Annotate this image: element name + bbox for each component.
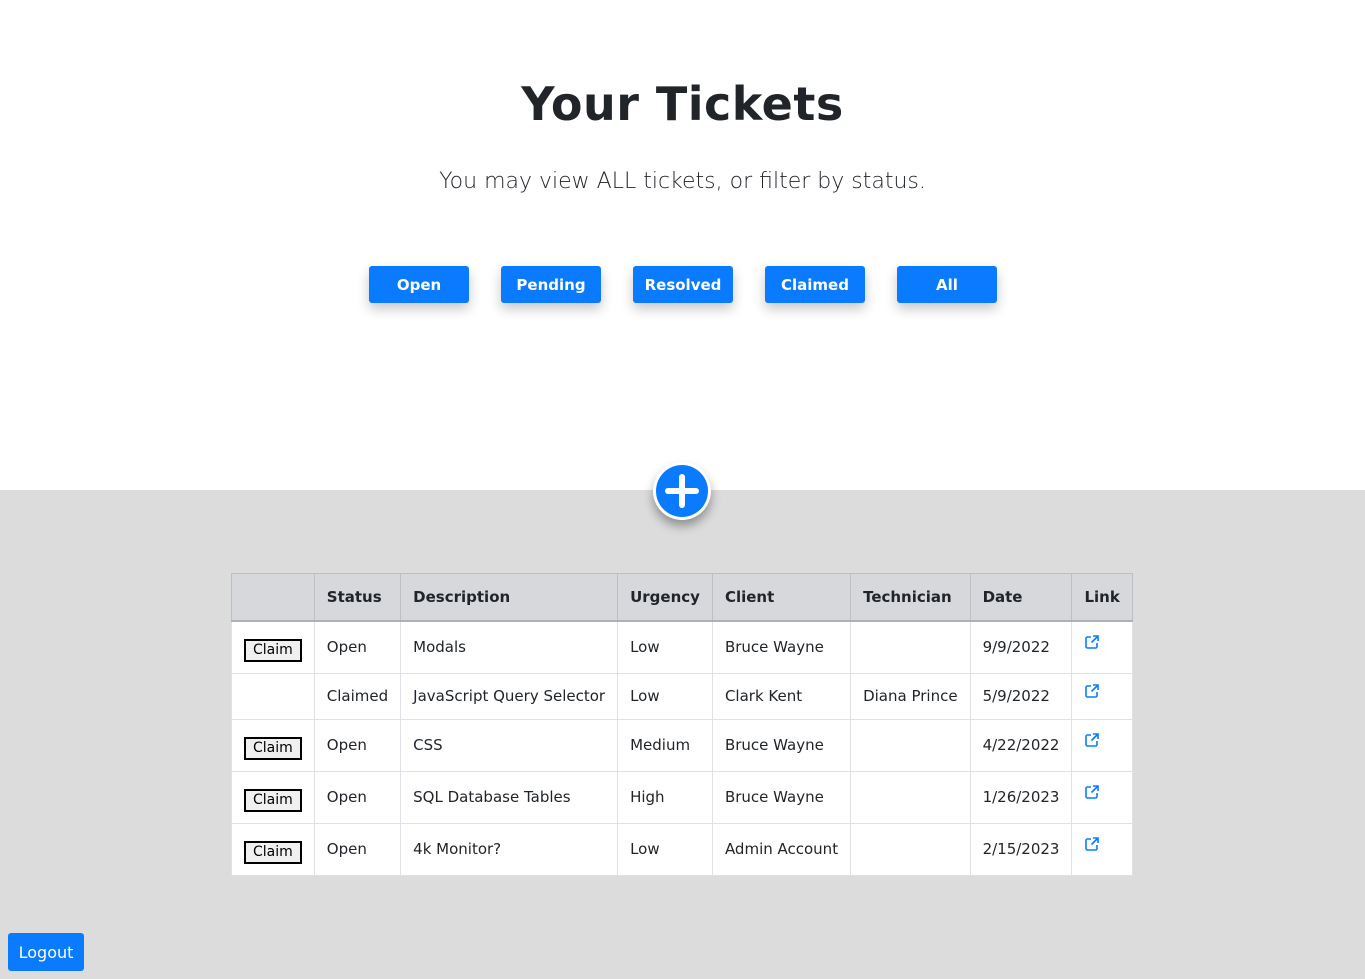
column-header-description: Description <box>400 573 619 622</box>
column-header-action <box>231 573 315 622</box>
tickets-table: Status Description Urgency Client Techni… <box>231 573 1133 876</box>
filter-open-button[interactable]: Open <box>369 266 469 303</box>
page-subtitle: You may view ALL tickets, or filter by s… <box>439 169 926 194</box>
date-cell: 1/26/2023 <box>969 770 1073 824</box>
column-header-date: Date <box>969 573 1073 622</box>
claim-button[interactable]: Claim <box>244 638 302 662</box>
urgency-cell: Low <box>617 620 713 674</box>
add-ticket-button[interactable] <box>653 462 711 520</box>
column-header-urgency: Urgency <box>617 573 713 622</box>
claim-button[interactable]: Claim <box>244 840 302 864</box>
external-link-icon[interactable] <box>1084 634 1100 654</box>
table-row: Claim Open SQL Database Tables High Bruc… <box>231 770 1133 824</box>
urgency-cell: Low <box>617 822 713 876</box>
page-title: Your Tickets <box>521 77 844 131</box>
date-cell: 4/22/2022 <box>969 718 1073 772</box>
filter-all-button[interactable]: All <box>897 266 997 303</box>
client-cell: Admin Account <box>711 822 852 876</box>
claim-button[interactable]: Claim <box>244 736 302 760</box>
technician-cell: Diana Prince <box>850 672 971 720</box>
client-cell: Bruce Wayne <box>711 620 852 674</box>
link-cell <box>1071 718 1133 772</box>
status-cell: Open <box>313 620 402 674</box>
status-cell: Claimed <box>313 672 402 720</box>
action-cell: Claim <box>231 620 315 674</box>
action-cell: Claim <box>231 822 315 876</box>
table-row: Claimed JavaScript Query Selector Low Cl… <box>231 672 1133 720</box>
table-row: Claim Open 4k Monitor? Low Admin Account… <box>231 822 1133 876</box>
status-cell: Open <box>313 822 402 876</box>
technician-cell <box>850 822 971 876</box>
external-link-icon[interactable] <box>1084 836 1100 856</box>
technician-cell <box>850 620 971 674</box>
table-header-row: Status Description Urgency Client Techni… <box>231 573 1133 622</box>
action-cell: Claim <box>231 770 315 824</box>
claim-button[interactable]: Claim <box>244 788 302 812</box>
link-cell <box>1071 822 1133 876</box>
plus-circle-icon <box>656 465 708 517</box>
column-header-status: Status <box>313 573 402 622</box>
technician-cell <box>850 718 971 772</box>
description-cell: JavaScript Query Selector <box>400 672 619 720</box>
filter-resolved-button[interactable]: Resolved <box>633 266 733 303</box>
table-row: Claim Open CSS Medium Bruce Wayne 4/22/2… <box>231 718 1133 772</box>
date-cell: 9/9/2022 <box>969 620 1073 674</box>
description-cell: SQL Database Tables <box>400 770 619 824</box>
external-link-icon[interactable] <box>1084 732 1100 752</box>
table-row: Claim Open Modals Low Bruce Wayne 9/9/20… <box>231 620 1133 674</box>
description-cell: 4k Monitor? <box>400 822 619 876</box>
action-cell: Claim <box>231 718 315 772</box>
external-link-icon[interactable] <box>1084 784 1100 804</box>
client-cell: Bruce Wayne <box>711 770 852 824</box>
status-cell: Open <box>313 770 402 824</box>
client-cell: Bruce Wayne <box>711 718 852 772</box>
link-cell <box>1071 620 1133 674</box>
column-header-technician: Technician <box>850 573 971 622</box>
header-section: Your Tickets You may view ALL tickets, o… <box>0 0 1365 490</box>
filter-claimed-button[interactable]: Claimed <box>765 266 865 303</box>
link-cell <box>1071 770 1133 824</box>
date-cell: 5/9/2022 <box>969 672 1073 720</box>
urgency-cell: High <box>617 770 713 824</box>
link-cell <box>1071 672 1133 720</box>
urgency-cell: Medium <box>617 718 713 772</box>
description-cell: CSS <box>400 718 619 772</box>
urgency-cell: Low <box>617 672 713 720</box>
status-cell: Open <box>313 718 402 772</box>
date-cell: 2/15/2023 <box>969 822 1073 876</box>
external-link-icon[interactable] <box>1084 683 1100 703</box>
column-header-link: Link <box>1071 573 1133 622</box>
status-filter-group: Open Pending Resolved Claimed All <box>369 266 997 303</box>
column-header-client: Client <box>711 573 852 622</box>
filter-pending-button[interactable]: Pending <box>501 266 601 303</box>
logout-button[interactable]: Logout <box>8 933 84 971</box>
description-cell: Modals <box>400 620 619 674</box>
technician-cell <box>850 770 971 824</box>
action-cell <box>231 672 315 720</box>
client-cell: Clark Kent <box>711 672 852 720</box>
